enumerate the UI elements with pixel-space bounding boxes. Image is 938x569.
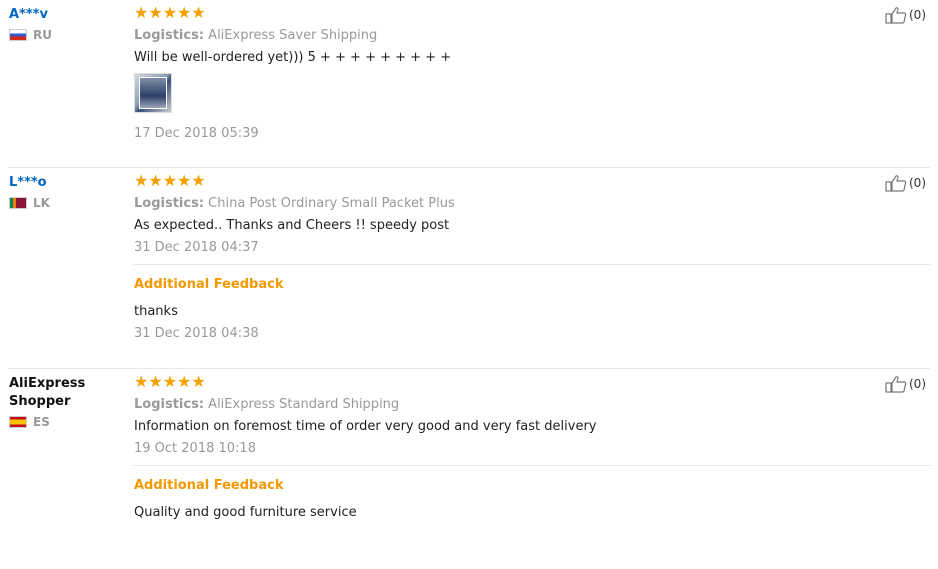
flag-ru-icon <box>9 29 27 41</box>
divider <box>133 264 931 265</box>
helpful-count: (0) <box>909 8 926 22</box>
reviewer-info: AliExpress Shopper ES <box>9 375 119 429</box>
star-rating: ★★★★★ <box>134 3 206 22</box>
star-rating: ★★★★★ <box>134 372 206 391</box>
helpful-count: (0) <box>909 176 926 190</box>
review-content: ★★★★★ Logistics: China Post Ordinary Sma… <box>133 171 931 341</box>
review-date: 17 Dec 2018 05:39 <box>134 126 259 141</box>
photo-preview <box>139 77 167 109</box>
additional-feedback-date: 31 Dec 2018 04:38 <box>134 326 259 341</box>
thumbs-up-icon <box>885 376 907 393</box>
helpful-button[interactable]: (0) <box>885 6 926 24</box>
logistics-line: Logistics: AliExpress Saver Shipping <box>134 28 864 43</box>
logistics-label: Logistics: <box>134 397 205 412</box>
review-content: ★★★★★ Logistics: AliExpress Saver Shippi… <box>134 4 864 141</box>
review-date: 19 Oct 2018 10:18 <box>134 441 256 456</box>
review-text: As expected.. Thanks and Cheers !! speed… <box>134 218 450 233</box>
review-item: A***v RU ★★★★★ Logistics: AliExpress Sav… <box>8 0 930 168</box>
reviewer-country: RU <box>9 28 119 42</box>
reviewer-info: A***v RU <box>9 6 119 42</box>
logistics-label: Logistics: <box>134 196 205 211</box>
reviewer-country: ES <box>9 415 119 429</box>
helpful-count: (0) <box>909 377 926 391</box>
additional-feedback-text: Quality and good furniture service <box>134 505 357 520</box>
flag-es-icon <box>9 416 27 428</box>
country-code: ES <box>33 415 50 429</box>
reviewer-name: AliExpress Shopper <box>9 376 86 409</box>
helpful-button[interactable]: (0) <box>885 375 926 393</box>
review-text: Will be well-ordered yet))) 5 + + + + + … <box>134 50 452 65</box>
thumbs-up-icon <box>885 7 907 24</box>
logistics-line: Logistics: China Post Ordinary Small Pac… <box>134 196 864 211</box>
country-code: RU <box>33 28 52 42</box>
logistics-value: AliExpress Standard Shipping <box>208 397 400 412</box>
reviewer-name[interactable]: A***v <box>9 6 119 24</box>
additional-feedback-text: thanks <box>134 304 178 319</box>
review-text: Information on foremost time of order ve… <box>134 419 597 434</box>
thumbs-up-icon <box>885 175 907 192</box>
reviewer-name[interactable]: L***o <box>9 174 119 192</box>
helpful-button[interactable]: (0) <box>885 174 926 192</box>
divider <box>133 465 931 466</box>
reviewer-country: LK <box>9 196 119 210</box>
country-code: LK <box>33 196 50 210</box>
reviewer-info: L***o LK <box>9 174 119 210</box>
review-item: L***o LK ★★★★★ Logistics: China Post Ord… <box>8 168 931 369</box>
logistics-label: Logistics: <box>134 28 205 43</box>
review-item: AliExpress Shopper ES ★★★★★ Logistics: A… <box>8 369 931 569</box>
star-rating: ★★★★★ <box>134 171 206 190</box>
review-photo-thumbnail[interactable] <box>134 73 172 113</box>
logistics-line: Logistics: AliExpress Standard Shipping <box>134 397 864 412</box>
logistics-value: AliExpress Saver Shipping <box>208 28 378 43</box>
logistics-value: China Post Ordinary Small Packet Plus <box>208 196 455 211</box>
additional-feedback-title: Additional Feedback <box>134 277 284 292</box>
review-content: ★★★★★ Logistics: AliExpress Standard Shi… <box>133 372 931 520</box>
review-date: 31 Dec 2018 04:37 <box>134 240 259 255</box>
flag-lk-icon <box>9 197 27 209</box>
additional-feedback-title: Additional Feedback <box>134 478 284 493</box>
